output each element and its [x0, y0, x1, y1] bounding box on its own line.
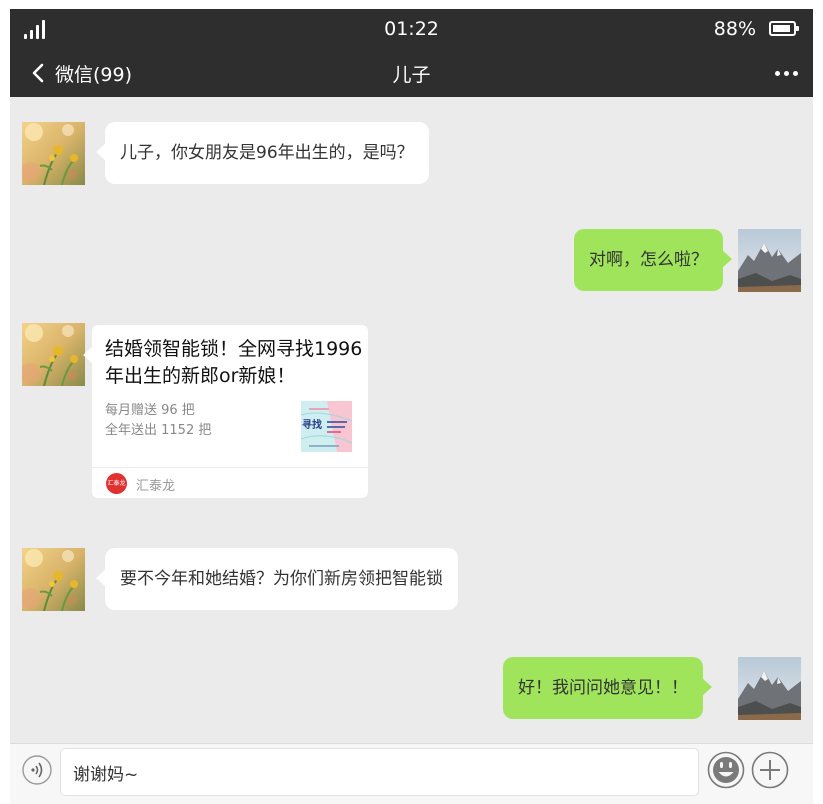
input-bar [10, 743, 813, 804]
message-bubble[interactable]: 儿子，你女朋友是96年出生的，是吗？ [96, 122, 429, 184]
status-bar: 01:22 88% [10, 9, 813, 49]
card-thumbnail: 寻找 [301, 401, 352, 452]
contact-avatar[interactable] [22, 122, 85, 185]
chat-screen: 01:22 88% 微信(99) 儿子 儿子，你女朋友是96年出生的，是吗？ 对… [10, 9, 813, 804]
more-icon[interactable] [773, 61, 799, 85]
contact-avatar[interactable] [22, 323, 85, 386]
card-desc-line: 全年送出 1152 把 [105, 423, 212, 438]
card-divider [92, 467, 368, 468]
thumb-text: 寻找 [302, 418, 322, 431]
link-card[interactable]: 结婚领智能锁！全网寻找1996年出生的新郎or新娘！ 每月赠送 96 把 全年送… [83, 325, 368, 498]
plus-icon[interactable] [751, 751, 789, 789]
battery-icon [769, 21, 799, 36]
message-bubble[interactable]: 好！我问问她意见！！ [503, 657, 712, 719]
battery-percent: 88% [713, 18, 756, 40]
voice-icon[interactable] [22, 755, 52, 785]
card-desc-line: 每月赠送 96 把 [105, 403, 195, 418]
message-bubble[interactable]: 对啊，怎么啦？ [574, 229, 732, 291]
emoji-icon[interactable] [707, 751, 745, 789]
message-input[interactable] [60, 748, 699, 796]
back-icon[interactable] [30, 61, 48, 85]
source-logo-icon: 汇泰龙 [106, 473, 127, 494]
source-name: 汇泰龙 [136, 479, 176, 494]
self-avatar[interactable] [738, 229, 801, 292]
nav-bar: 微信(99) 儿子 [10, 49, 813, 97]
back-button[interactable]: 微信(99) [55, 60, 132, 87]
card-title: 结婚领智能锁！全网寻找1996年出生的新郎or新娘！ [105, 338, 363, 387]
self-avatar[interactable] [738, 657, 801, 720]
message-bubble[interactable]: 要不今年和她结婚？为你们新房领把智能锁 [96, 548, 458, 610]
contact-avatar[interactable] [22, 548, 85, 611]
battery-level [773, 25, 790, 32]
status-time: 01:22 [384, 18, 439, 40]
card-description: 每月赠送 96 把 全年送出 1152 把 [105, 401, 211, 441]
